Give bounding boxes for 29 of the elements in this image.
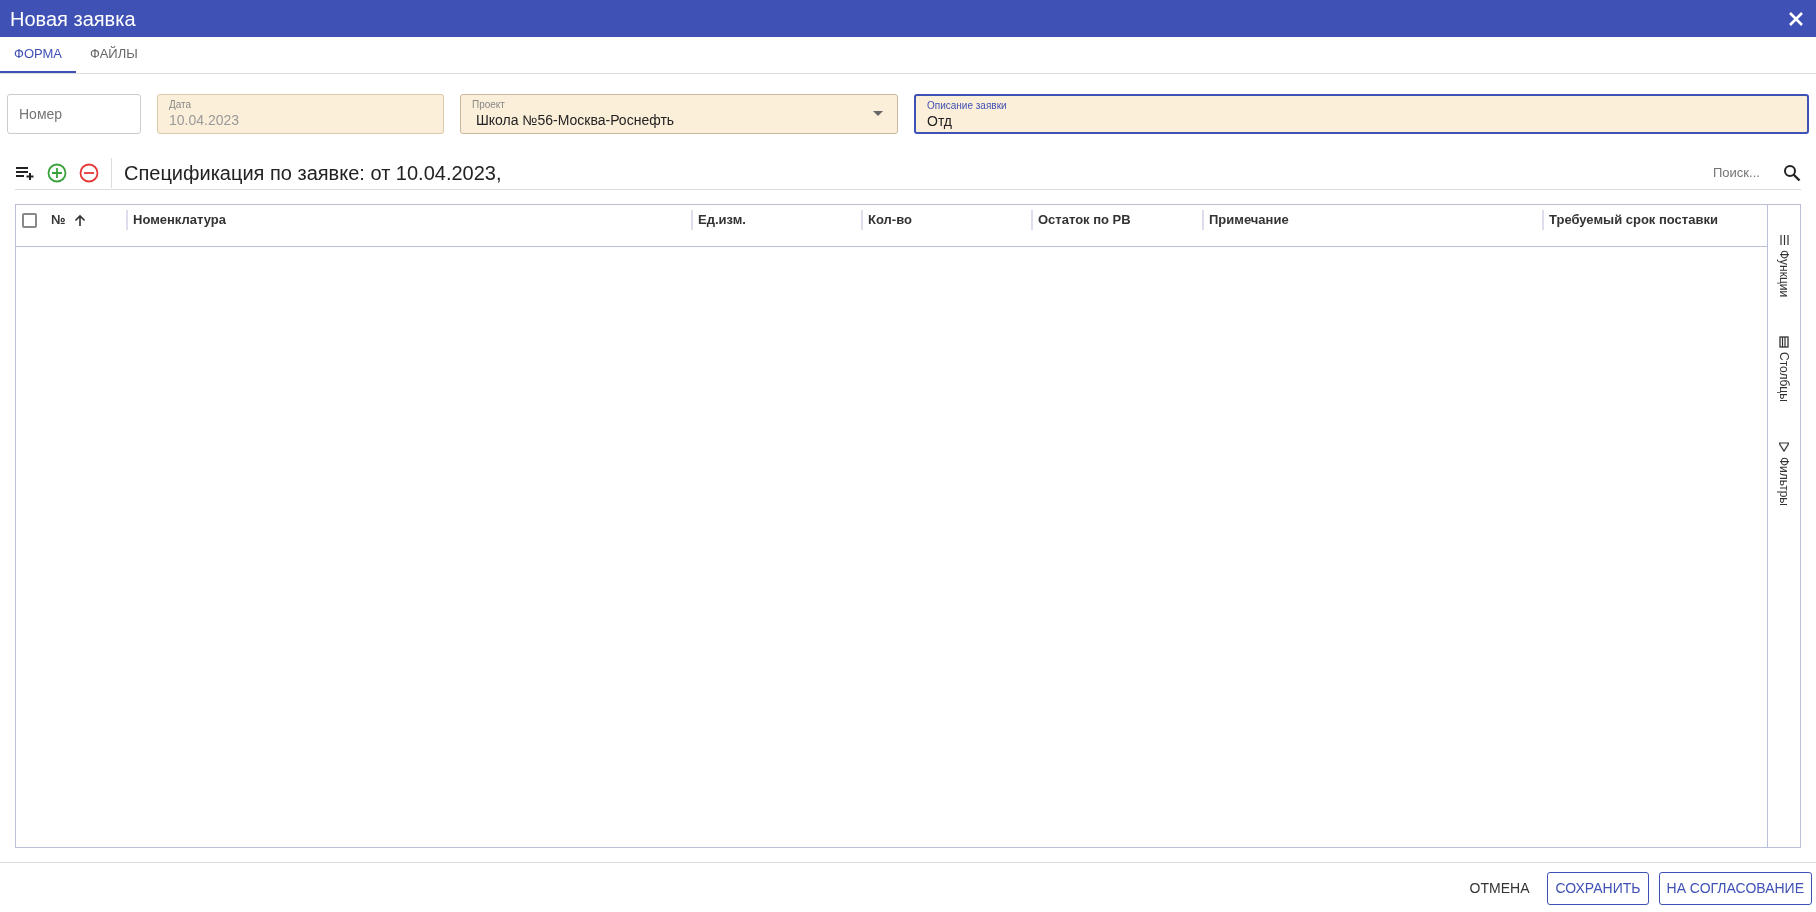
- column-header[interactable]: Требуемый срок поставки: [1549, 212, 1718, 228]
- side-panel-tab[interactable]: Функции: [1775, 235, 1793, 298]
- add-icon[interactable]: [47, 163, 67, 183]
- remove-icon[interactable]: [79, 163, 99, 183]
- sort-arrow-icon[interactable]: [73, 213, 86, 227]
- tab[interactable]: ФАЙЛЫ: [76, 37, 152, 73]
- project-dropdown[interactable]: Проект Школа №56-Москва-Роснефть: [460, 94, 898, 134]
- columns-icon: [1779, 336, 1789, 349]
- column-header[interactable]: Кол-во: [868, 212, 912, 228]
- tab[interactable]: ФОРМА: [0, 37, 77, 73]
- search-icon[interactable]: [1783, 164, 1801, 182]
- description-field[interactable]: Описание заявки Отд: [914, 94, 1809, 134]
- specification-title: Спецификация по заявке: от 10.04.2023,: [111, 158, 502, 188]
- window-title: Новая заявка: [10, 6, 136, 31]
- column-header[interactable]: Номенклатура: [133, 212, 226, 228]
- side-panel-tab[interactable]: Фильтры: [1775, 442, 1793, 507]
- column-header[interactable]: Ед.изм.: [698, 212, 746, 228]
- checkbox[interactable]: [22, 212, 37, 228]
- number-field[interactable]: Номер: [7, 94, 141, 134]
- side-panel-tab[interactable]: Столбцы: [1775, 337, 1793, 403]
- lines-icon: [1779, 234, 1789, 246]
- column-header[interactable]: №: [51, 210, 66, 230]
- outline-button[interactable]: СОХРАНИТЬ: [1547, 872, 1649, 905]
- add-rows-icon[interactable]: [15, 165, 35, 181]
- column-header[interactable]: Остаток по РВ: [1038, 212, 1131, 228]
- caret-icon[interactable]: [873, 111, 883, 117]
- filter-icon: [1779, 441, 1789, 454]
- column-header[interactable]: Примечание: [1209, 212, 1289, 228]
- outline-button[interactable]: НА СОГЛАСОВАНИЕ: [1658, 872, 1812, 905]
